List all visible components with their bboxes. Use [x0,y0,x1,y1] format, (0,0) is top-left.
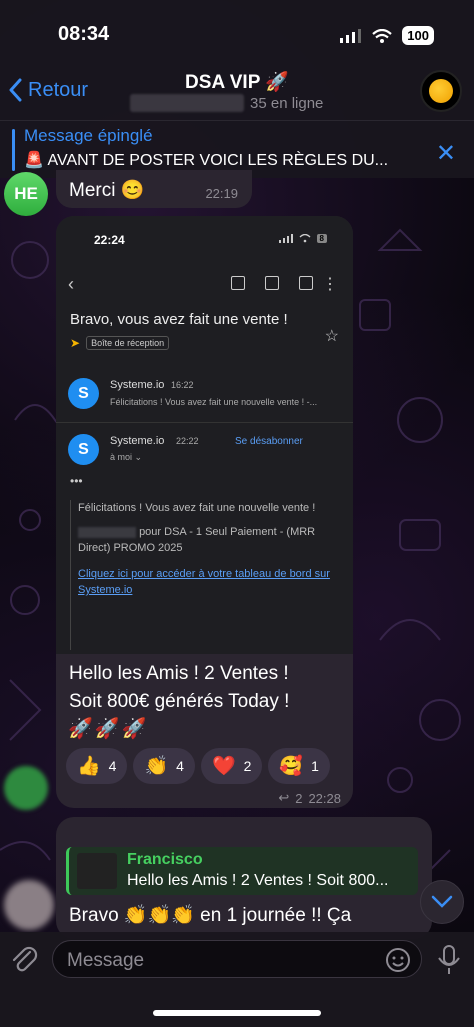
microphone-icon [438,945,460,974]
message-input[interactable]: Message [52,940,422,978]
message-text: Hello les Amis ! 2 Ventes ! Soit 800€ gé… [69,660,289,716]
wifi-icon [299,234,311,243]
systeme-logo: S [68,434,99,465]
message-text: Merci 😊 [69,180,145,201]
screenshot-status-icons: 8 [278,234,327,243]
sender-avatar[interactable] [4,880,54,930]
scroll-down-button[interactable] [420,880,464,924]
dashboard-link: Cliquez ici pour accéder à votre tableau… [78,568,330,596]
voice-message-button[interactable] [436,944,462,981]
sender-time: 22:22 [176,436,199,446]
attachment-button[interactable] [10,944,38,979]
reaction-thumbs-up[interactable]: 👍 4 [66,748,128,784]
message-emojis: 🚀🚀🚀 [68,718,149,740]
message-bubble[interactable]: Merci 😊 22:19 [56,170,252,208]
sender-avatar[interactable] [4,766,48,810]
signal-icon [340,28,362,43]
message-bubble-with-image[interactable]: 22:24 8 ‹ ⋮ Bravo, vous avez fait une ve… [56,216,353,808]
mail-labels: ➤ Boîte de réception [70,336,170,350]
message-time: 22:19 [205,186,238,201]
trash-icon [265,276,279,290]
close-pinned-icon[interactable]: ✕ [436,139,456,168]
group-avatar[interactable] [420,70,462,112]
redacted-text [78,526,136,538]
quoted-thumbnail [77,853,117,889]
mark-unread-icon [299,276,313,290]
unsubscribe-link: Se désabonner [235,436,303,447]
avatar-dot [429,79,453,103]
recipient: à moi ⌄ [110,452,143,462]
mail-action-icons [231,276,313,290]
inbox-chip: Boîte de réception [86,336,170,350]
chat-header: Retour DSA VIP 🚀 35 en ligne [0,62,474,120]
message-text: Bravo 👏👏👏 en 1 journée !! Ça [69,905,352,926]
message-placeholder: Message [67,950,145,971]
status-icons: 100 [340,26,434,45]
reactions-row: 👍 4 👏 4 ❤️ 2 🥰 1 [66,748,330,784]
sender-name: Systeme.io [110,379,165,391]
reaction-heart[interactable]: ❤️ 2 [200,748,263,784]
paperclip-icon [12,946,38,972]
status-bar: 08:34 100 [0,0,474,62]
mail-toolbar: ‹ ⋮ [56,274,353,298]
systeme-logo: S [68,378,99,409]
mail-thread-item: S Systeme.io 22:22 Se désabonner à moi ⌄ [68,434,348,468]
clap-icon: 👏 [144,756,169,777]
divider [56,422,353,423]
expand-dots: ••• [70,474,83,488]
sender-time: 16:22 [171,380,194,390]
quoted-sender: Francisco [127,851,203,868]
message-bubble-reply[interactable]: Francisco Hello les Amis ! 2 Ventes ! So… [56,817,432,939]
status-time: 08:34 [58,23,110,45]
wifi-icon [372,28,393,43]
attached-screenshot[interactable]: 22:24 8 ‹ ⋮ Bravo, vous avez fait une ve… [56,216,353,654]
reply-count[interactable]: 2 [295,791,302,806]
reaction-clap[interactable]: 👏 4 [133,748,195,784]
reaction-count: 4 [176,758,184,774]
more-vertical-icon: ⋮ [322,276,338,293]
screenshot-time: 22:24 [94,233,125,247]
sticker-button[interactable] [385,947,411,978]
mail-back-icon: ‹ [68,274,74,294]
reaction-love[interactable]: 🥰 1 [268,748,330,784]
sender-avatar[interactable]: HE [4,172,48,216]
message-time: 22:28 [308,790,341,806]
star-icon: ☆ [324,328,339,345]
quoted-message[interactable]: Francisco Hello les Amis ! 2 Ventes ! So… [66,847,418,895]
pinned-accent-bar [12,129,15,171]
thumbs-up-icon: 👍 [77,756,101,777]
chevron-down-icon [431,895,453,908]
important-marker-icon: ➤ [70,336,81,350]
screenshot-battery: 8 [316,234,327,243]
mail-subject: Bravo, vous avez fait une vente ! [70,311,288,328]
reply-arrow-icon[interactable]: ↩ [278,790,289,806]
smiling-hearts-icon: 🥰 [279,756,304,777]
pinned-label: Message épinglé [24,126,153,145]
mail-preview: Félicitations ! Vous avez fait une nouve… [110,397,318,407]
mail-body-product: pour DSA - 1 Seul Paiement - (MRR Direct… [78,524,340,556]
message-footer: ↩ 2 22:28 [278,790,341,806]
chat-title[interactable]: DSA VIP 🚀 [0,70,474,94]
online-count: 35 en ligne [250,94,324,112]
battery-indicator: 100 [402,26,434,45]
smiley-icon [386,948,410,972]
pinned-text: 🚨 AVANT DE POSTER VOICI LES RÈGLES DU... [24,152,389,169]
mail-body: Félicitations ! Vous avez fait une nouve… [70,500,340,650]
redacted-members [130,94,244,112]
archive-icon [231,276,245,290]
chat-subtitle: 35 en ligne [130,94,323,112]
quoted-text: Hello les Amis ! 2 Ventes ! Soit 800... [127,872,389,889]
reaction-count: 4 [108,758,117,774]
heart-icon: ❤️ [211,756,236,777]
sender-name: Systeme.io [110,435,165,447]
message-line: Soit 800€ générés Today ! [69,691,290,712]
home-indicator [153,1010,321,1016]
signal-icon [278,234,293,243]
mail-thread-item: S Systeme.io 16:22 Félicitations ! Vous … [68,378,338,412]
mail-body-line: Félicitations ! Vous avez fait une nouve… [78,502,316,514]
message-line: Hello les Amis ! 2 Ventes ! [69,663,289,684]
reaction-count: 2 [243,758,252,774]
reaction-count: 1 [311,758,319,774]
